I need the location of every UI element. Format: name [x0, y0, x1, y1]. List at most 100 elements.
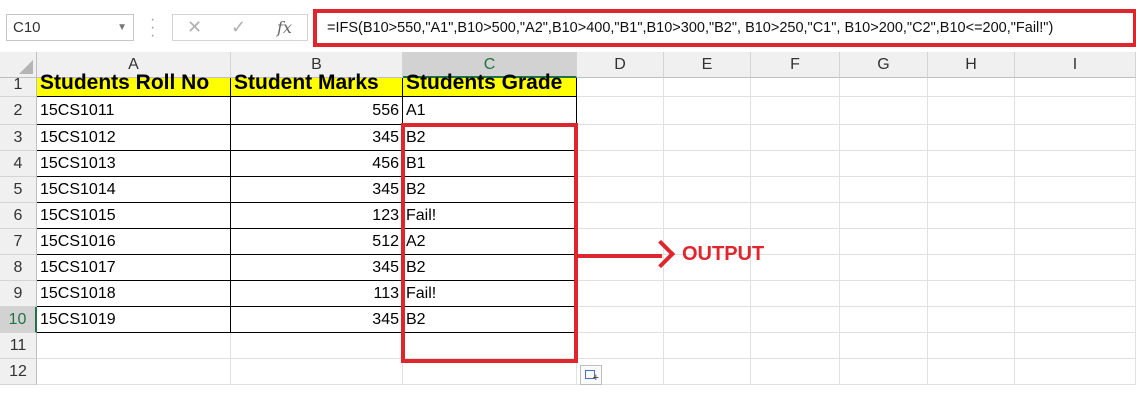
cell-empty[interactable]	[1015, 97, 1136, 125]
cell-marks[interactable]: 123	[231, 203, 403, 229]
cell-empty[interactable]	[577, 281, 664, 307]
cell-empty[interactable]	[840, 359, 928, 385]
cell-empty[interactable]	[1015, 177, 1136, 203]
cell-empty[interactable]	[664, 203, 751, 229]
cell-marks[interactable]: 345	[231, 125, 403, 151]
column-header-h[interactable]: H	[928, 52, 1015, 78]
cell-roll[interactable]: 15CS1012	[37, 125, 231, 151]
cell-empty[interactable]	[1015, 125, 1136, 151]
cell-grade[interactable]: A1	[403, 97, 577, 125]
cell-empty[interactable]	[37, 359, 231, 385]
cell-empty[interactable]	[751, 333, 840, 359]
cell-empty[interactable]	[840, 281, 928, 307]
cell-empty[interactable]	[840, 125, 928, 151]
cell-empty[interactable]	[928, 125, 1015, 151]
cell-empty[interactable]	[751, 78, 840, 97]
cell-empty[interactable]	[928, 359, 1015, 385]
cell-empty[interactable]	[928, 333, 1015, 359]
cell-marks[interactable]: 512	[231, 229, 403, 255]
quick-analysis-icon[interactable]: +	[580, 365, 602, 385]
cell-empty[interactable]	[664, 333, 751, 359]
insert-function-button[interactable]: fx	[277, 15, 292, 40]
cell-empty[interactable]	[577, 97, 664, 125]
cell-empty[interactable]	[751, 177, 840, 203]
cell-empty[interactable]	[928, 255, 1015, 281]
cancel-icon[interactable]: ✕	[187, 15, 202, 40]
row-header-6[interactable]: 6	[0, 203, 37, 229]
cell-empty[interactable]	[928, 229, 1015, 255]
cell-roll[interactable]: 15CS1015	[37, 203, 231, 229]
cell-empty[interactable]	[577, 151, 664, 177]
cell-empty[interactable]	[751, 255, 840, 281]
cell-roll[interactable]: 15CS1018	[37, 281, 231, 307]
cell-roll[interactable]: 15CS1019	[37, 307, 231, 333]
cell-empty[interactable]	[577, 203, 664, 229]
cell-empty[interactable]	[577, 78, 664, 97]
column-header-e[interactable]: E	[664, 52, 751, 78]
row-header-3[interactable]: 3	[0, 125, 37, 151]
row-header-2[interactable]: 2	[0, 97, 37, 125]
cell-empty[interactable]	[751, 97, 840, 125]
cell-empty[interactable]	[1015, 78, 1136, 97]
cell-empty[interactable]	[1015, 151, 1136, 177]
column-header-d[interactable]: D	[577, 52, 664, 78]
row-header-4[interactable]: 4	[0, 151, 37, 177]
row-header-1[interactable]: 1	[0, 76, 37, 97]
cell-empty[interactable]	[1015, 281, 1136, 307]
cell-empty[interactable]	[664, 307, 751, 333]
cell-roll[interactable]: 15CS1016	[37, 229, 231, 255]
cell-empty[interactable]	[751, 307, 840, 333]
cell-empty[interactable]	[840, 307, 928, 333]
cell-marks[interactable]: 556	[231, 97, 403, 125]
enter-icon[interactable]: ✓	[231, 15, 246, 40]
cell-empty[interactable]	[928, 307, 1015, 333]
cell-marks[interactable]: 345	[231, 307, 403, 333]
row-header-7[interactable]: 7	[0, 229, 37, 255]
cell-c1[interactable]: Students Grade	[403, 71, 577, 97]
cell-empty[interactable]	[840, 203, 928, 229]
cell-roll[interactable]: 15CS1014	[37, 177, 231, 203]
cell-empty[interactable]	[928, 203, 1015, 229]
column-header-g[interactable]: G	[840, 52, 928, 78]
cell-empty[interactable]	[664, 78, 751, 97]
cell-empty[interactable]	[1015, 203, 1136, 229]
cell-marks[interactable]: 456	[231, 151, 403, 177]
cell-empty[interactable]	[928, 151, 1015, 177]
cell-empty[interactable]	[751, 203, 840, 229]
cell-empty[interactable]	[231, 359, 403, 385]
cell-empty[interactable]	[577, 177, 664, 203]
cell-empty[interactable]	[1015, 359, 1136, 385]
cell-empty[interactable]	[928, 78, 1015, 97]
cell-empty[interactable]	[751, 151, 840, 177]
chevron-down-icon[interactable]: ▼	[117, 15, 127, 40]
cell-empty[interactable]	[37, 333, 231, 359]
cell-empty[interactable]	[664, 97, 751, 125]
cell-marks[interactable]: 113	[231, 281, 403, 307]
row-header-5[interactable]: 5	[0, 177, 37, 203]
cell-empty[interactable]	[840, 255, 928, 281]
cell-a1[interactable]: Students Roll No	[37, 71, 231, 97]
cell-empty[interactable]	[664, 281, 751, 307]
cell-empty[interactable]	[231, 333, 403, 359]
cell-empty[interactable]	[840, 333, 928, 359]
cell-empty[interactable]	[840, 151, 928, 177]
cell-empty[interactable]	[577, 333, 664, 359]
cell-empty[interactable]	[1015, 229, 1136, 255]
cell-empty[interactable]	[664, 177, 751, 203]
cell-empty[interactable]	[664, 151, 751, 177]
formula-input[interactable]: =IFS(B10>550,"A1",B10>500,"A2",B10>400,"…	[313, 9, 1136, 47]
row-header-8[interactable]: 8	[0, 255, 37, 281]
cell-empty[interactable]	[664, 125, 751, 151]
row-header-12[interactable]: 12	[0, 359, 37, 385]
cell-empty[interactable]	[840, 97, 928, 125]
cell-empty[interactable]	[751, 281, 840, 307]
column-header-f[interactable]: F	[751, 52, 840, 78]
cell-marks[interactable]: 345	[231, 255, 403, 281]
cell-empty[interactable]	[928, 97, 1015, 125]
column-header-i[interactable]: I	[1015, 52, 1136, 78]
cell-empty[interactable]	[1015, 255, 1136, 281]
cell-empty[interactable]	[1015, 307, 1136, 333]
row-header-9[interactable]: 9	[0, 281, 37, 307]
row-header-11[interactable]: 11	[0, 333, 37, 359]
cell-b1[interactable]: Student Marks	[231, 71, 403, 97]
